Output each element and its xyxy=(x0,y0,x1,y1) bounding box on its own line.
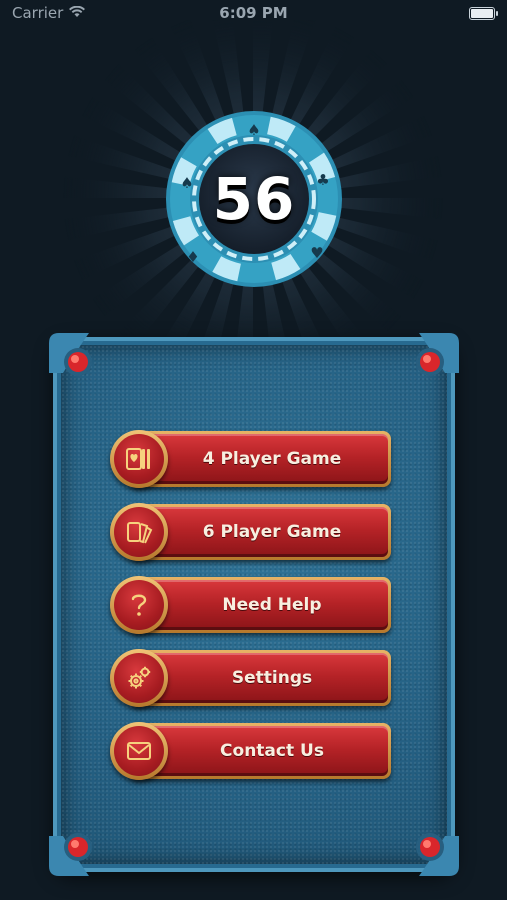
button-label: Need Help xyxy=(222,595,322,615)
corner-gem-icon xyxy=(416,833,459,876)
main-menu: 4 Player Game 6 Player Game Need Help Se… xyxy=(110,430,394,795)
contact-us-button[interactable]: Contact Us xyxy=(110,722,394,780)
score-number: 56 xyxy=(212,165,296,233)
corner-gem-icon xyxy=(416,333,459,376)
settings-button[interactable]: Settings xyxy=(110,649,394,707)
envelope-icon xyxy=(114,726,164,776)
gears-icon xyxy=(114,653,164,703)
card-fan-icon xyxy=(114,507,164,557)
button-label: Contact Us xyxy=(220,741,324,761)
score-chip: ♠ ♣ ♥ ♦ ♠ 56 xyxy=(165,110,343,288)
six-player-game-button[interactable]: 6 Player Game xyxy=(110,503,394,561)
battery-icon xyxy=(469,7,498,20)
corner-gem-icon xyxy=(49,333,92,376)
cards-icon xyxy=(114,434,164,484)
button-label: 6 Player Game xyxy=(202,522,342,542)
corner-gem-icon xyxy=(49,833,92,876)
button-label: 4 Player Game xyxy=(202,449,342,469)
four-player-game-button[interactable]: 4 Player Game xyxy=(110,430,394,488)
button-label: Settings xyxy=(231,668,313,688)
question-icon xyxy=(114,580,164,630)
need-help-button[interactable]: Need Help xyxy=(110,576,394,634)
